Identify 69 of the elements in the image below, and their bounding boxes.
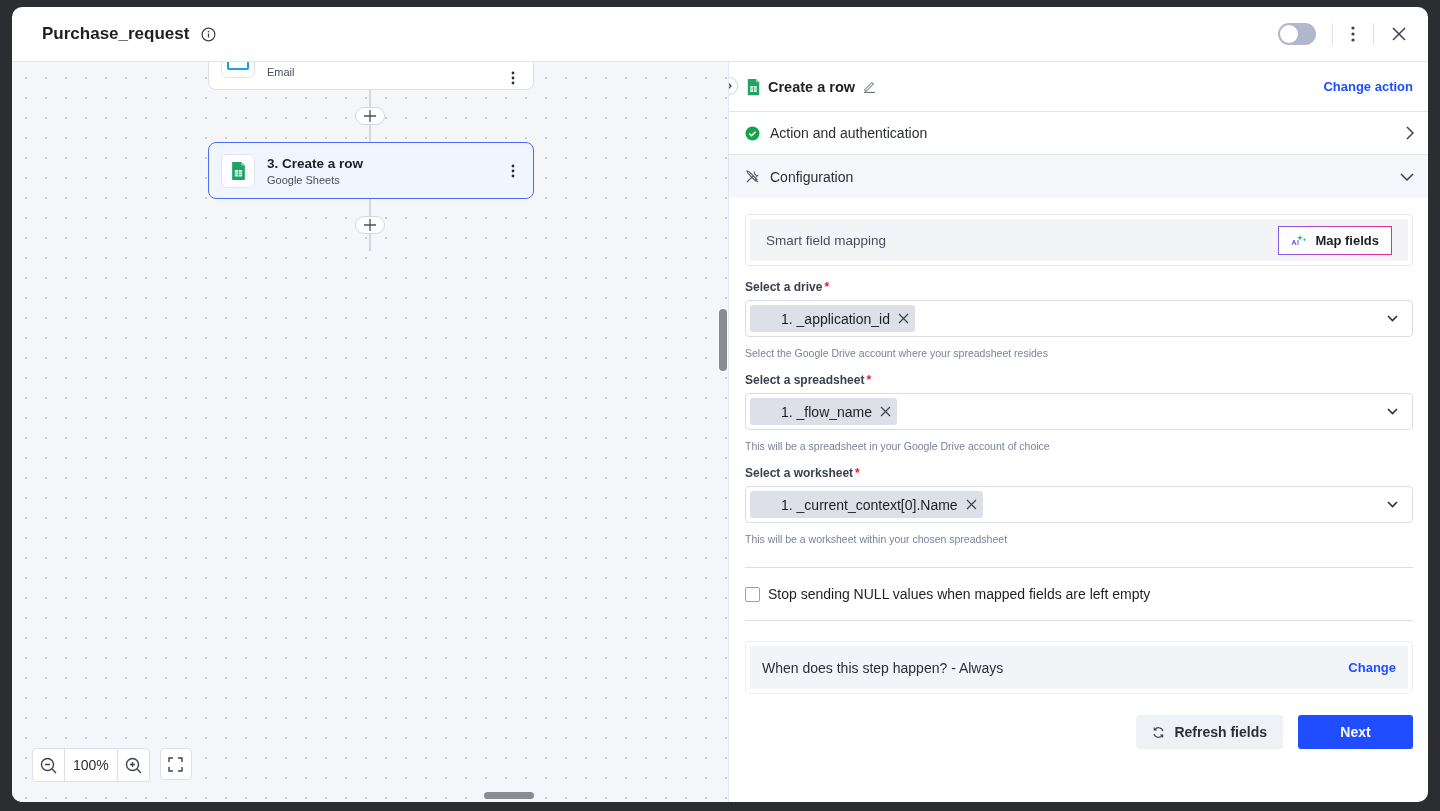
field-label: Select a worksheet <box>745 466 854 480</box>
field-label: Select a spreadsheet <box>745 373 865 387</box>
step-app-name: Google Sheets <box>267 173 341 186</box>
chevron-down-icon <box>1400 172 1414 181</box>
check-circle-icon <box>745 125 760 141</box>
required-mark: * <box>824 280 830 294</box>
zoom-level: 100% <box>64 749 118 781</box>
info-icon[interactable] <box>201 26 217 42</box>
refresh-icon <box>1152 725 1166 739</box>
map-fields-button[interactable]: Map fields <box>1278 225 1392 255</box>
chevron-right-icon <box>1406 126 1414 140</box>
remove-tag-button[interactable] <box>898 313 909 324</box>
select-field[interactable]: 1. _flow_name <box>745 393 1413 430</box>
spreadsheet-icon <box>747 77 760 96</box>
field-label: Select a drive <box>745 280 823 294</box>
sparkle-icon <box>1291 234 1308 246</box>
tag-label: 1. _application_id <box>781 310 890 327</box>
section-label: Configuration <box>770 168 854 185</box>
pencil-icon[interactable] <box>863 80 877 93</box>
resize-handle[interactable] <box>719 309 727 371</box>
spreadsheet-icon <box>221 153 255 188</box>
kebab-icon <box>511 71 515 85</box>
condition-text: When does this step happen? - Always <box>762 659 1004 676</box>
refresh-button[interactable]: Refresh fields <box>1136 715 1283 749</box>
zoom-in-icon <box>124 756 142 774</box>
smart-mapping-label: Smart field mapping <box>766 232 887 248</box>
zoom-out-icon <box>40 756 57 774</box>
step-title: 3. Create a row <box>267 155 365 171</box>
change-action-link[interactable]: Change action <box>1323 79 1413 94</box>
step-app-name: Email <box>267 66 296 78</box>
required-mark: * <box>866 373 872 387</box>
next-button[interactable]: Next <box>1298 715 1413 749</box>
field-help-text: Select the Google Drive account where your spreadsheet resides <box>745 347 1049 359</box>
step-card[interactable]: Email <box>208 62 534 90</box>
add-step-button[interactable] <box>355 107 385 125</box>
close-icon <box>965 499 977 510</box>
chevron-down-icon <box>1387 315 1398 322</box>
close-icon <box>898 313 909 324</box>
chevron-down-icon <box>1387 501 1398 508</box>
tag-label: 1. _current_context[0].Name <box>781 496 958 513</box>
window-title: Purchase_request <box>42 24 190 44</box>
change-link[interactable]: Change <box>1348 660 1396 675</box>
step-card[interactable]: 3. Create a row Google Sheets <box>208 142 534 199</box>
kebab-icon <box>511 163 515 178</box>
tag-label: 1. _flow_name <box>781 403 873 420</box>
field-help-text: This will be a spreadsheet in your Google Drive account of choice <box>745 440 1051 452</box>
remove-tag-button[interactable] <box>880 406 892 417</box>
add-step-button[interactable] <box>355 216 385 234</box>
section-header[interactable]: Configuration <box>729 155 1428 198</box>
field-help-text: This will be a worksheet within your chosen spreadsheet <box>745 533 1009 545</box>
fullscreen-icon <box>168 756 184 772</box>
scroll-handle[interactable] <box>484 792 534 799</box>
fit-view-button[interactable] <box>159 748 192 780</box>
tools-icon <box>745 169 760 184</box>
checkbox-label: Stop sending NULL values when mapped fields are left empty <box>768 586 1151 602</box>
toggle-switch[interactable] <box>1278 23 1316 45</box>
close-icon <box>880 406 892 417</box>
plus-icon <box>364 219 376 231</box>
kebab-icon <box>1351 26 1355 42</box>
select-field[interactable]: 1. _application_id <box>745 300 1413 337</box>
required-mark: * <box>855 466 860 480</box>
section-label: Action and authentication <box>770 125 928 141</box>
close-icon <box>1392 27 1406 41</box>
select-field[interactable]: 1. _current_context[0].Name <box>745 486 1413 523</box>
plus-icon <box>364 110 376 122</box>
checkbox[interactable] <box>745 586 760 602</box>
action-title: Create a row <box>768 78 856 95</box>
chevron-down-icon <box>1387 408 1398 415</box>
remove-tag-button[interactable] <box>965 499 977 510</box>
